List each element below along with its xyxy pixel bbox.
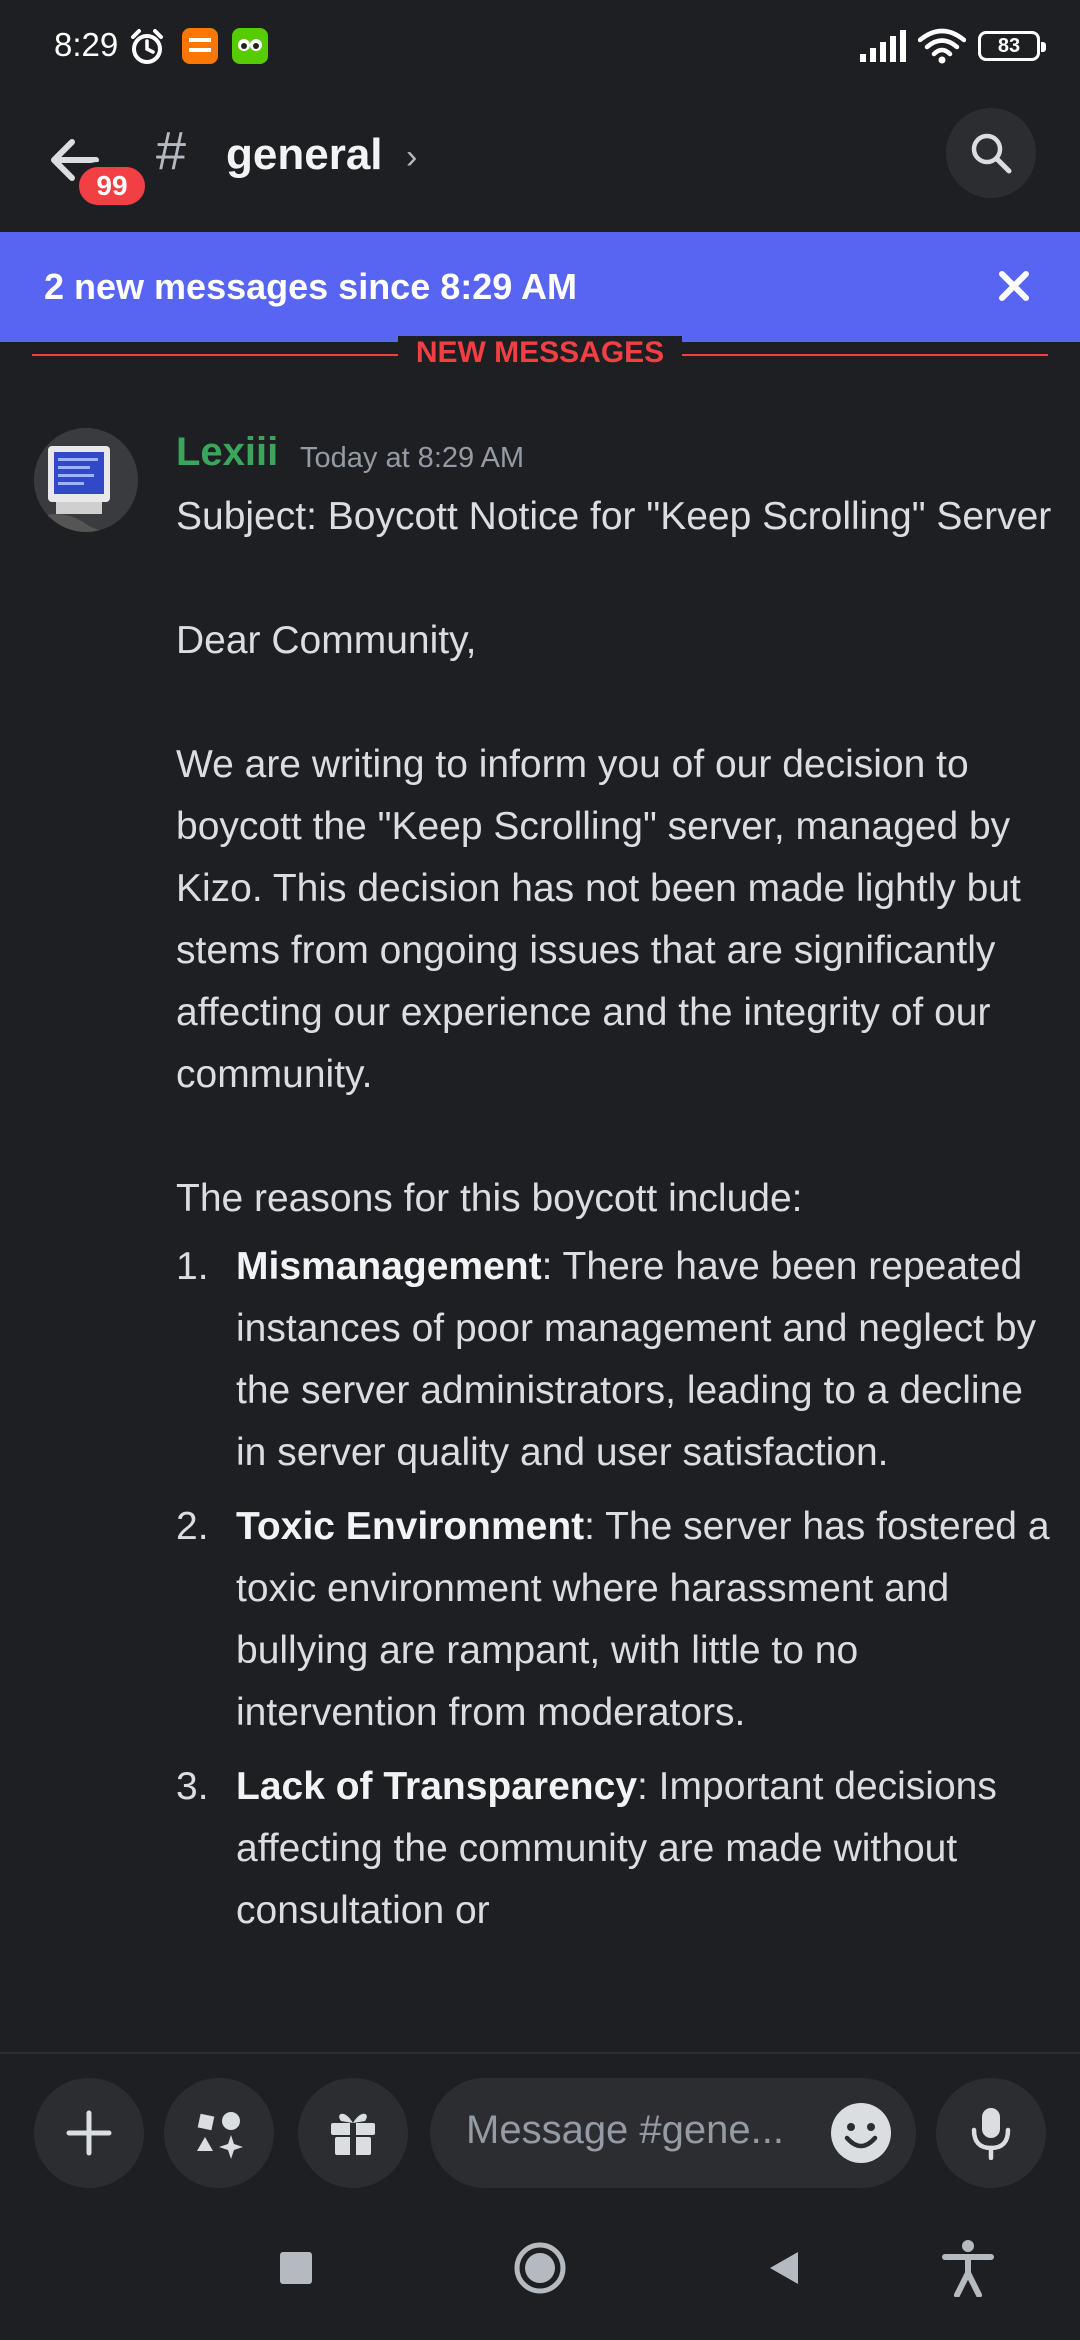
message-intro: We are writing to inform you of our deci… xyxy=(176,743,1021,1096)
list-number: 3. xyxy=(176,1765,209,1808)
reasons-heading: The reasons for this boycott include: xyxy=(176,1177,803,1220)
battery-indicator: 83 xyxy=(978,31,1046,61)
avatar[interactable] xyxy=(34,428,138,532)
plus-icon xyxy=(66,2110,112,2156)
accessibility-icon xyxy=(942,2240,994,2297)
apps-icon xyxy=(197,2112,243,2159)
message-author[interactable]: Lexiii xyxy=(176,430,278,475)
home-circle-icon xyxy=(514,2242,566,2294)
channel-header: 99 # general › xyxy=(0,96,1080,232)
list-number: 2. xyxy=(176,1505,209,1548)
hashtag-icon: # xyxy=(156,121,187,181)
list-item: 2. Toxic Environment: The server has fos… xyxy=(176,1496,1056,1744)
message-timestamp: Today at 8:29 AM xyxy=(300,442,525,474)
unread-count: 99 xyxy=(96,170,128,201)
home-button[interactable] xyxy=(508,2236,572,2300)
accessibility-button[interactable] xyxy=(936,2236,1000,2300)
square-icon xyxy=(280,2252,312,2284)
signal-icon xyxy=(860,30,906,62)
new-messages-divider: NEW MESSAGES xyxy=(32,336,1048,370)
message-subject: Subject: Boycott Notice for "Keep Scroll… xyxy=(176,495,1052,538)
chevron-right-icon[interactable]: › xyxy=(406,138,417,177)
message-body: Subject: Boycott Notice for "Keep Scroll… xyxy=(176,486,1056,1954)
temu-app-icon xyxy=(182,28,218,64)
reason-title: Lack of Transparency xyxy=(236,1765,638,1808)
dismiss-banner-button[interactable] xyxy=(984,256,1044,316)
new-messages-text[interactable]: 2 new messages since 8:29 AM xyxy=(44,266,577,308)
avatar-image xyxy=(34,428,138,532)
list-item: 3. Lack of Transparency: Important decis… xyxy=(176,1756,1056,1942)
search-icon xyxy=(971,133,1012,174)
apps-button[interactable] xyxy=(164,2078,274,2188)
close-icon xyxy=(999,271,1029,301)
message-input[interactable]: Message #gene... xyxy=(430,2078,916,2188)
back-triangle-icon xyxy=(770,2252,798,2284)
reasons-list: 1. Mismanagement: There have been repeat… xyxy=(176,1236,1056,1942)
battery-level: 83 xyxy=(997,34,1021,57)
search-button[interactable] xyxy=(946,108,1036,198)
unread-badge: 99 xyxy=(74,162,150,210)
message-greeting: Dear Community, xyxy=(176,619,477,662)
microphone-icon xyxy=(971,2108,1011,2160)
new-messages-banner[interactable]: 2 new messages since 8:29 AM xyxy=(0,232,1080,342)
divider-label: NEW MESSAGES xyxy=(397,336,683,369)
recents-button[interactable] xyxy=(264,2236,328,2300)
emoji-icon[interactable] xyxy=(830,2102,892,2164)
duolingo-app-icon xyxy=(232,28,268,64)
gift-icon xyxy=(331,2113,375,2155)
reason-title: Toxic Environment xyxy=(236,1505,585,1548)
add-attachment-button[interactable] xyxy=(34,2078,144,2188)
message-input-placeholder: Message #gene... xyxy=(466,2108,784,2152)
status-bar: 8:29 83 xyxy=(0,0,1080,96)
alarm-icon xyxy=(131,29,163,64)
gift-button[interactable] xyxy=(298,2078,408,2188)
system-nav-bar xyxy=(0,2196,1080,2340)
voice-message-button[interactable] xyxy=(936,2078,1046,2188)
list-item: 1. Mismanagement: There have been repeat… xyxy=(176,1236,1056,1484)
back-nav-button[interactable] xyxy=(752,2236,816,2300)
channel-title[interactable]: general xyxy=(226,130,383,180)
reason-title: Mismanagement xyxy=(236,1245,542,1288)
status-time: 8:29 xyxy=(54,26,119,63)
wifi-icon xyxy=(918,28,966,64)
list-number: 1. xyxy=(176,1245,209,1288)
